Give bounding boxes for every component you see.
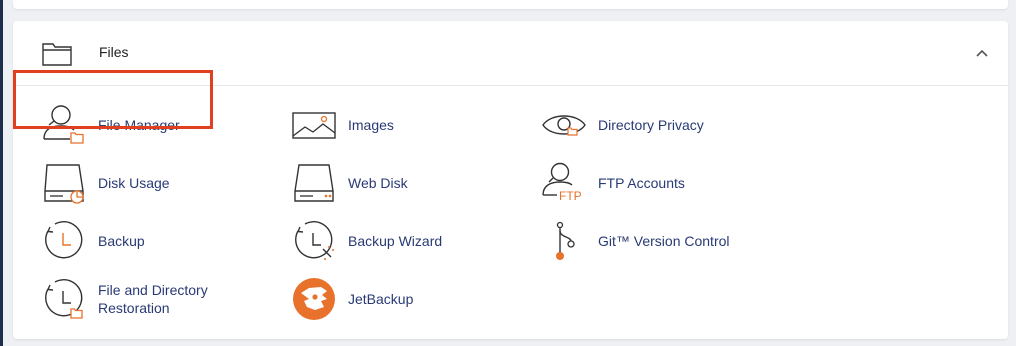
web-disk-icon (291, 161, 337, 205)
backup-icon (41, 219, 87, 263)
ftp-accounts-link[interactable]: FTP FTP Accounts (541, 158, 685, 208)
sidebar-edge (0, 0, 3, 346)
images-label: Images (348, 117, 394, 133)
file-restoration-icon (41, 277, 87, 321)
git-icon (541, 219, 587, 263)
images-icon (291, 103, 337, 147)
jetbackup-icon (291, 277, 337, 321)
svg-text:FTP: FTP (559, 189, 582, 203)
files-section: Files File Manager Images Directory Priv… (13, 21, 1008, 339)
backup-wizard-icon (291, 219, 337, 263)
file-restoration-link[interactable]: File and Directory Restoration (41, 274, 208, 324)
section-title: Files (99, 44, 129, 60)
ftp-accounts-label: FTP Accounts (598, 175, 685, 191)
web-disk-label: Web Disk (348, 175, 408, 191)
disk-usage-link[interactable]: Disk Usage (41, 158, 170, 208)
folder-icon (42, 43, 72, 66)
ftp-accounts-icon: FTP (541, 161, 587, 205)
backup-wizard-link[interactable]: Backup Wizard (291, 216, 442, 266)
git-version-control-link[interactable]: Git™ Version Control (541, 216, 730, 266)
disk-usage-label: Disk Usage (98, 175, 170, 191)
images-link[interactable]: Images (291, 100, 394, 150)
previous-section-card (13, 0, 1008, 9)
directory-privacy-label: Directory Privacy (598, 117, 704, 133)
web-disk-link[interactable]: Web Disk (291, 158, 408, 208)
directory-privacy-link[interactable]: Directory Privacy (541, 100, 704, 150)
backup-label: Backup (98, 233, 145, 249)
eye-icon (541, 103, 587, 147)
backup-wizard-label: Backup Wizard (348, 233, 443, 249)
jetbackup-link[interactable]: JetBackup (291, 274, 413, 324)
chevron-up-icon[interactable] (975, 48, 989, 58)
jetbackup-label: JetBackup (348, 291, 414, 307)
git-version-control-label: Git™ Version Control (598, 233, 730, 249)
selection-highlight (13, 70, 213, 129)
disk-usage-icon (41, 161, 87, 205)
backup-link[interactable]: Backup (41, 216, 145, 266)
file-restoration-label: File and Directory Restoration (98, 282, 208, 316)
